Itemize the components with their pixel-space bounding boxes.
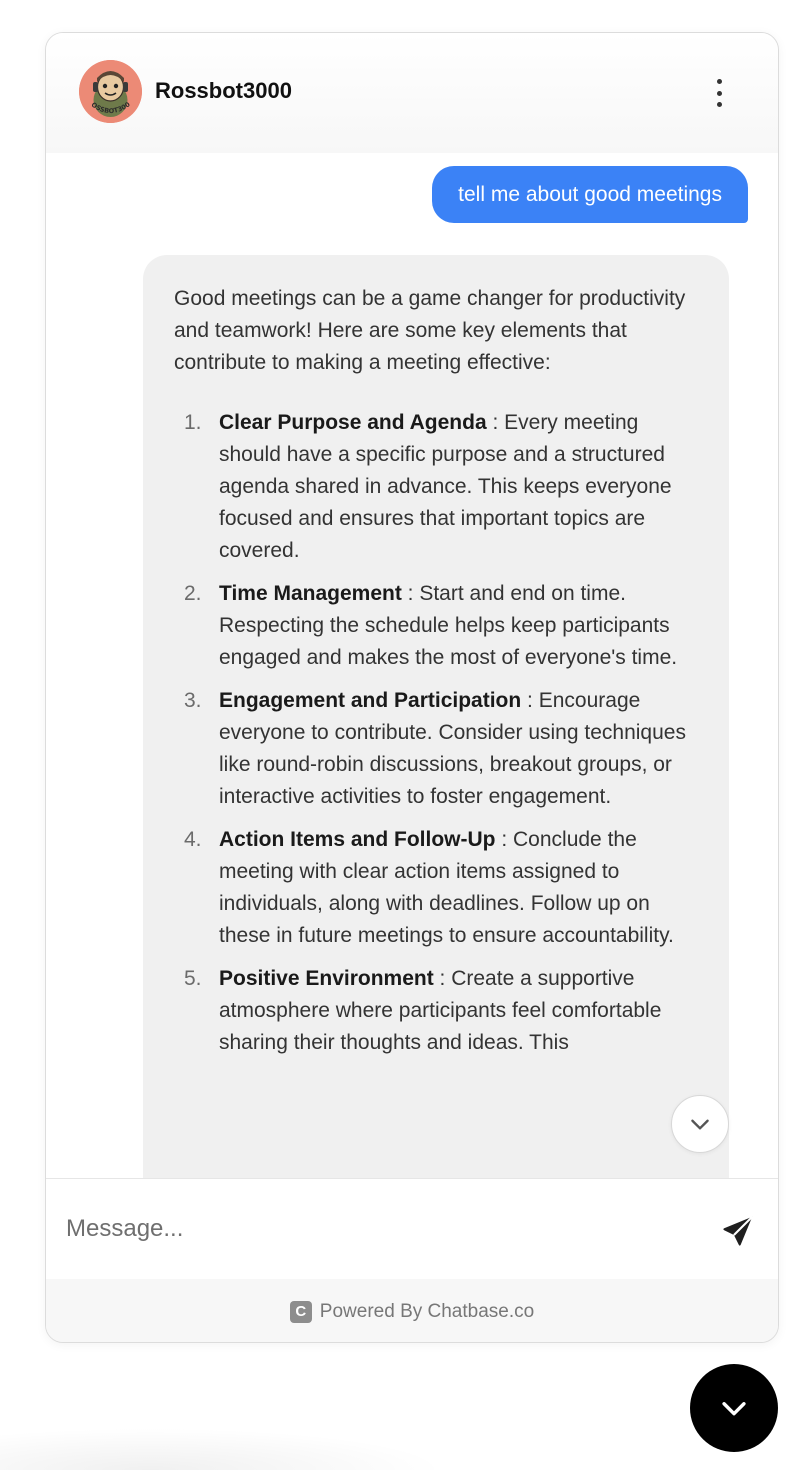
list-item-title: Engagement and Participation: [219, 689, 522, 712]
chatbase-logo-icon: C: [289, 1300, 312, 1323]
list-item: 2. Time Management : Start and end on ti…: [174, 578, 694, 674]
send-icon: [723, 1216, 753, 1246]
list-item-title: Clear Purpose and Agenda: [219, 411, 487, 434]
message-list[interactable]: tell me about good meetings Good meeting…: [46, 153, 778, 1178]
list-item-number: 4.: [184, 828, 202, 851]
message-composer: [46, 1178, 778, 1279]
list-item: 1. Clear Purpose and Agenda : Every meet…: [174, 407, 694, 567]
list-item: 5. Positive Environment : Create a suppo…: [174, 963, 694, 1059]
user-message: tell me about good meetings: [432, 166, 748, 223]
list-item: 4. Action Items and Follow-Up : Conclude…: [174, 824, 694, 952]
list-item-title: Action Items and Follow-Up: [219, 828, 496, 851]
powered-by-text: Powered By Chatbase.co: [319, 1300, 535, 1322]
list-item-number: 5.: [184, 967, 202, 990]
list-item-title: Positive Environment: [219, 967, 434, 990]
chat-launcher-button[interactable]: [690, 1364, 778, 1452]
chat-widget: ROSSBOT3000 Rossbot3000 tell me about go…: [45, 32, 779, 1343]
more-vertical-icon[interactable]: [704, 75, 734, 111]
list-item-number: 3.: [184, 689, 202, 712]
bot-message: Good meetings can be a game changer for …: [143, 255, 729, 1178]
powered-by-footer[interactable]: C Powered By Chatbase.co: [46, 1279, 778, 1342]
background-shade: [0, 1380, 796, 1470]
chevron-down-icon: [691, 1119, 709, 1130]
bot-message-list: 1. Clear Purpose and Agenda : Every meet…: [174, 407, 699, 1059]
list-item-number: 1.: [184, 411, 202, 434]
bot-avatar: ROSSBOT3000: [79, 60, 142, 123]
chat-header: ROSSBOT3000 Rossbot3000: [46, 33, 778, 153]
send-button[interactable]: [720, 1213, 756, 1249]
scroll-to-bottom-button[interactable]: [671, 1095, 729, 1153]
bot-message-intro: Good meetings can be a game changer for …: [174, 287, 686, 374]
list-item: 3. Engagement and Participation : Encour…: [174, 685, 694, 813]
list-item-title: Time Management: [219, 582, 402, 605]
message-input[interactable]: [66, 1207, 686, 1251]
chevron-down-icon: [722, 1402, 746, 1416]
bot-name: Rossbot3000: [155, 78, 292, 103]
list-item-number: 2.: [184, 582, 202, 605]
robot-face-icon: ROSSBOT3000: [79, 60, 142, 123]
